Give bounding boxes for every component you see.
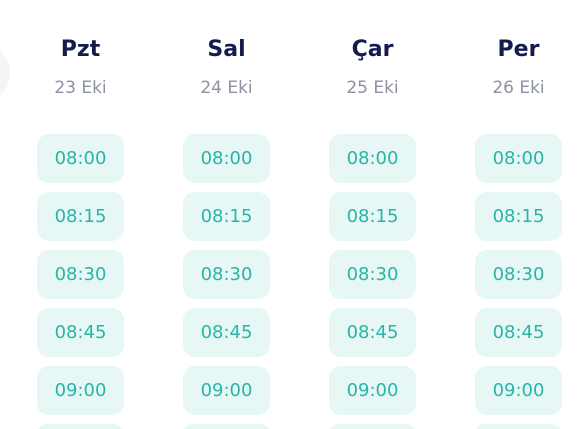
- time-slot-button[interactable]: 08:15: [475, 192, 562, 241]
- time-slot-button[interactable]: 09:00: [37, 366, 124, 415]
- time-slot-button[interactable]: 08:45: [183, 308, 270, 357]
- appointment-picker: Pzt 23 Eki 08:00 08:15 08:30 08:45 09:00…: [0, 0, 587, 429]
- time-slot-button[interactable]: 08:00: [183, 134, 270, 183]
- time-slot-list: 08:00 08:15 08:30 08:45 09:00: [37, 134, 124, 429]
- time-slot-button[interactable]: 08:30: [37, 250, 124, 299]
- day-column-pzt: Pzt 23 Eki 08:00 08:15 08:30 08:45 09:00: [37, 0, 124, 429]
- day-name: Pzt: [60, 37, 101, 62]
- day-date: 24 Eki: [200, 78, 253, 98]
- time-slot-button[interactable]: 08:30: [183, 250, 270, 299]
- time-slot-button[interactable]: 08:30: [329, 250, 416, 299]
- time-slot-button[interactable]: 08:45: [329, 308, 416, 357]
- day-column-per: Per 26 Eki 08:00 08:15 08:30 08:45 09:00: [475, 0, 562, 429]
- time-slot-button[interactable]: 08:15: [183, 192, 270, 241]
- previous-days-button[interactable]: [0, 42, 10, 104]
- time-slot-button-partial[interactable]: [183, 424, 270, 429]
- time-slot-list: 08:00 08:15 08:30 08:45 09:00: [329, 134, 416, 429]
- day-date: 26 Eki: [492, 78, 545, 98]
- time-slot-button[interactable]: 09:00: [183, 366, 270, 415]
- time-slot-button[interactable]: 09:00: [329, 366, 416, 415]
- time-slot-button-partial[interactable]: [475, 424, 562, 429]
- day-date: 23 Eki: [54, 78, 107, 98]
- time-slot-button[interactable]: 08:00: [37, 134, 124, 183]
- time-slot-button[interactable]: 08:00: [475, 134, 562, 183]
- day-name: Per: [497, 37, 540, 62]
- time-slot-button-partial[interactable]: [329, 424, 416, 429]
- day-column-car: Çar 25 Eki 08:00 08:15 08:30 08:45 09:00: [329, 0, 416, 429]
- day-name: Sal: [207, 37, 246, 62]
- time-slot-button-partial[interactable]: [37, 424, 124, 429]
- time-slot-button[interactable]: 08:15: [37, 192, 124, 241]
- time-slot-button[interactable]: 08:30: [475, 250, 562, 299]
- day-name: Çar: [351, 37, 394, 62]
- time-slot-button[interactable]: 09:00: [475, 366, 562, 415]
- time-slot-list: 08:00 08:15 08:30 08:45 09:00: [475, 134, 562, 429]
- day-date: 25 Eki: [346, 78, 399, 98]
- day-column-sal: Sal 24 Eki 08:00 08:15 08:30 08:45 09:00: [183, 0, 270, 429]
- time-slot-button[interactable]: 08:15: [329, 192, 416, 241]
- time-slot-button[interactable]: 08:45: [475, 308, 562, 357]
- time-slot-list: 08:00 08:15 08:30 08:45 09:00: [183, 134, 270, 429]
- day-columns: Pzt 23 Eki 08:00 08:15 08:30 08:45 09:00…: [37, 0, 562, 429]
- time-slot-button[interactable]: 08:00: [329, 134, 416, 183]
- time-slot-button[interactable]: 08:45: [37, 308, 124, 357]
